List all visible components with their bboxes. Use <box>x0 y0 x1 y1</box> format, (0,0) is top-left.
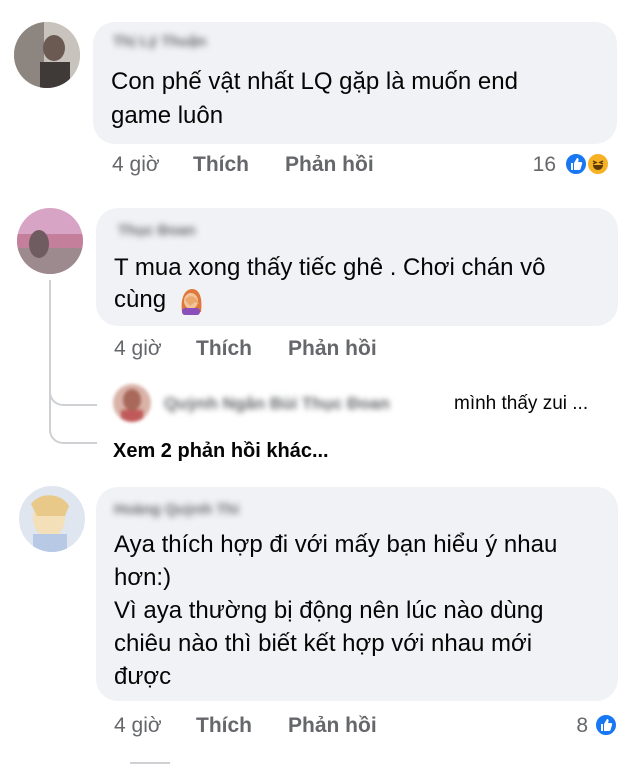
divider <box>130 762 170 764</box>
like-icon[interactable] <box>564 152 588 176</box>
comment-text-line: Vì aya thường bị động nên lúc nào dùng <box>114 597 544 624</box>
comment-bubble: Thị Lý Thuận Con phế vật nhất LQ gặp là … <box>93 22 617 144</box>
laughing-face-icon <box>592 160 604 170</box>
comment-text-line: được <box>114 663 172 690</box>
reaction-count[interactable]: 16 <box>520 153 556 177</box>
comment-bubble: Thục Đoan T mua xong thấy tiếc ghê . Chơ… <box>96 208 618 326</box>
avatar[interactable] <box>17 208 83 274</box>
like-button[interactable]: Thích <box>193 153 249 177</box>
comment-text-line: game luôn <box>111 102 224 129</box>
comment-time[interactable]: 4 giờ <box>114 714 162 738</box>
like-button[interactable]: Thích <box>196 337 252 361</box>
avatar[interactable] <box>14 22 80 88</box>
view-more-replies-link[interactable]: Xem 2 phản hồi khác... <box>113 440 329 463</box>
like-button[interactable]: Thích <box>196 714 252 738</box>
like-icon[interactable] <box>594 713 618 737</box>
thread-branch <box>49 424 97 444</box>
haha-icon[interactable] <box>586 152 610 176</box>
comment-text-line: Con phế vật nhất LQ gặp là muốn end <box>111 68 518 95</box>
avatar-photo-icon <box>17 208 83 274</box>
avatar[interactable] <box>19 486 85 552</box>
reaction-count[interactable]: 8 <box>560 714 588 738</box>
thumbs-up-icon <box>571 158 583 170</box>
reply-button[interactable]: Phản hồi <box>288 337 377 361</box>
comment-text-line: hơn:) <box>114 564 172 591</box>
comment-text-line: chiêu nào thì biết kết hợp với nhau mới <box>114 630 533 657</box>
avatar-photo-icon <box>19 486 85 552</box>
comment-text-line: Aya thích hợp đi với mấy bạn hiểu ý nhau <box>114 531 558 558</box>
avatar-photo-icon <box>14 22 80 88</box>
thread-branch <box>49 384 97 406</box>
thread-line <box>49 280 51 426</box>
comment-text-line: cùng <box>114 286 167 313</box>
reply-text[interactable]: mình thấy zui ... <box>454 393 588 415</box>
reply-button[interactable]: Phản hồi <box>285 153 374 177</box>
comment-time[interactable]: 4 giờ <box>112 153 160 177</box>
facepalm-emoji-icon <box>181 289 202 315</box>
thumbs-up-icon <box>601 719 613 731</box>
comment-author[interactable]: Thục Đoan <box>118 222 196 239</box>
reply-author[interactable]: Quỳnh Ngân Bùi Thục Đoan <box>164 394 390 414</box>
comment-author[interactable]: Thị Lý Thuận <box>113 33 206 50</box>
comment-text-line: T mua xong thấy tiếc ghê . Chơi chán vô <box>114 254 546 281</box>
comment-author[interactable]: Hoàng Quỳnh Thi <box>114 501 239 518</box>
comment-bubble: Hoàng Quỳnh Thi Aya thích hợp đi với mấy… <box>96 487 618 701</box>
reply-button[interactable]: Phản hồi <box>288 714 377 738</box>
reply-avatar[interactable] <box>113 384 151 422</box>
avatar-photo-icon <box>113 384 151 422</box>
comment-time[interactable]: 4 giờ <box>114 337 162 361</box>
